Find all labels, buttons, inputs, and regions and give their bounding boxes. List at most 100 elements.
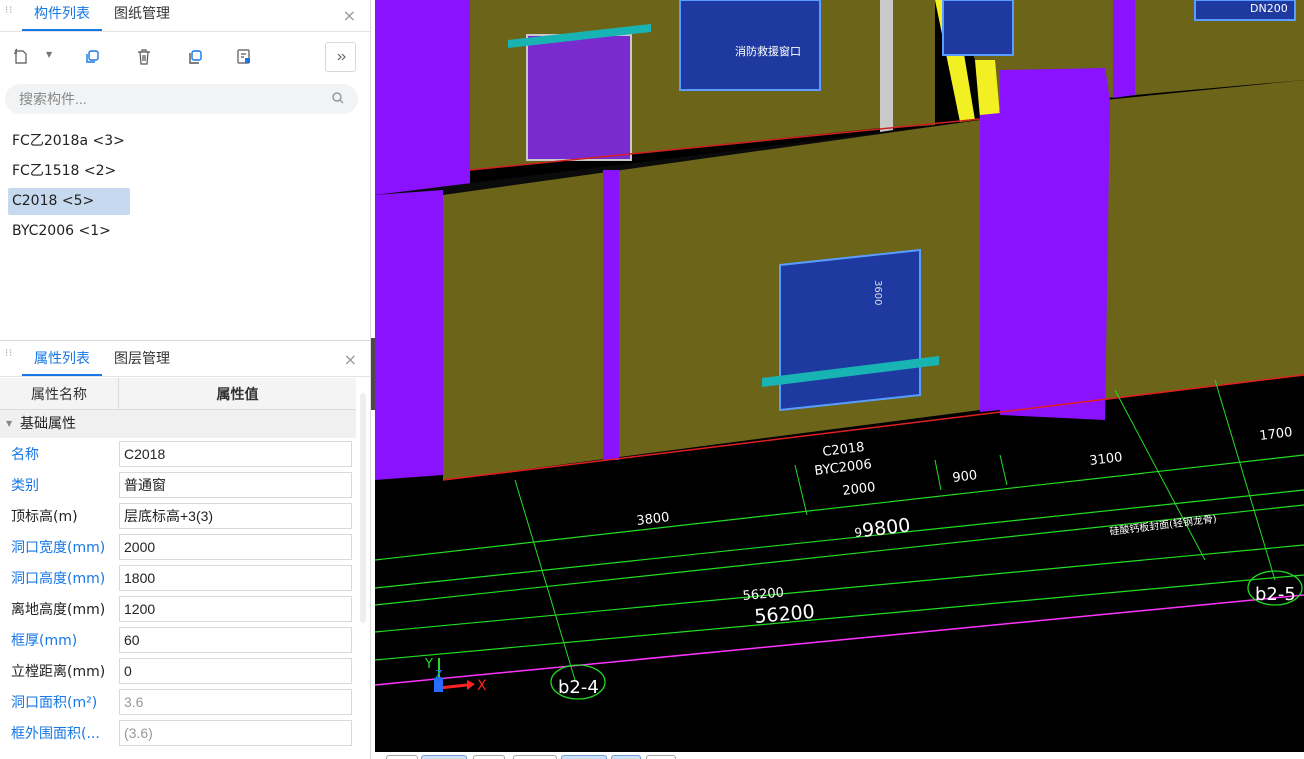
property-name: 名称 [11, 446, 39, 463]
copy-to-floor-button[interactable] [180, 42, 210, 72]
top-right-label: DN200 [1250, 2, 1288, 15]
bottom-toolbar-button[interactable] [473, 755, 505, 759]
dim-line [375, 489, 1304, 589]
window-c2018[interactable] [779, 248, 921, 412]
component-list: FC乙2018a <3> FC乙1518 <2> C2018 <5> BYC20… [0, 128, 371, 248]
dim-line [375, 544, 1304, 633]
property-row: 名称 C2018 [0, 438, 356, 469]
delete-button[interactable] [129, 42, 159, 72]
property-panel: ⁝⁝ 属性列表 图层管理 × 属性名称 属性值 ▼ 基础属性 名称 C2018 类别… [0, 340, 371, 759]
property-value-field[interactable]: 1800 [119, 564, 352, 591]
drag-grip-icon[interactable]: ⁝⁝ [5, 6, 12, 24]
property-value-field[interactable]: 普通窗 [119, 471, 352, 498]
window-upper-left [526, 34, 632, 161]
tab-component-list[interactable]: 构件列表 [22, 3, 102, 31]
property-value-field[interactable]: 层底标高+3(3) [119, 502, 352, 529]
property-name: 框外围面积(... [11, 725, 100, 742]
tick [999, 454, 1008, 486]
layer-button[interactable] [229, 42, 259, 72]
axis-line [514, 479, 576, 681]
delete-icon [138, 49, 150, 65]
more-icon [337, 53, 346, 61]
more-tools-button[interactable] [325, 42, 356, 72]
group-basic-properties[interactable]: ▼ 基础属性 [0, 410, 356, 438]
model-canvas[interactable]: 消防救援窗口 DN200 3600 C2018 BYC2006 2000 900… [375, 0, 1304, 752]
gizmo-x-arrow [467, 680, 475, 690]
tick [794, 464, 808, 516]
axis-label-b2-5: b2-5 [1255, 584, 1296, 605]
property-row: 洞口面积(m²) 3.6 [0, 686, 356, 717]
dim-900: 900 [952, 468, 978, 486]
bottom-toolbar-button[interactable] [386, 755, 418, 759]
list-item-selected[interactable]: C2018 <5> [8, 188, 130, 215]
property-value-field: 3.6 [119, 688, 352, 715]
list-item[interactable]: FC乙2018a <3> [8, 128, 129, 155]
label-byc2006: BYC2006 [814, 457, 873, 479]
close-component-panel-icon[interactable]: × [343, 6, 356, 25]
column [1113, 0, 1135, 98]
copy-icon [86, 50, 99, 63]
list-item[interactable]: FC乙1518 <2> [8, 158, 120, 185]
property-value-field[interactable]: C2018 [119, 440, 352, 467]
tab-drawing-management[interactable]: 图纸管理 [102, 3, 182, 31]
property-row: 顶标高(m) 层底标高+3(3) [0, 500, 356, 531]
property-value-field[interactable]: 0 [119, 657, 352, 684]
column [375, 190, 443, 480]
list-item[interactable]: BYC2006 <1> [8, 218, 115, 245]
property-row: 洞口高度(mm) 1800 [0, 562, 356, 593]
dim-56200: 56200 [754, 601, 816, 628]
property-panel-tabbar: ⁝⁝ 属性列表 图层管理 × [0, 341, 371, 377]
chevron-down-icon[interactable]: ▼ [46, 50, 52, 59]
property-name: 框厚(mm) [11, 632, 78, 649]
search-bar [5, 84, 358, 114]
search-icon[interactable] [332, 92, 344, 104]
component-toolbar: ▼ [0, 32, 370, 78]
dim-1700: 1700 [1259, 425, 1294, 444]
property-table-header: 属性名称 属性值 [0, 378, 356, 410]
bottom-toolbar-button[interactable] [611, 755, 641, 759]
bottom-toolbar-button[interactable] [421, 755, 467, 759]
column [1000, 68, 1110, 420]
close-property-panel-icon[interactable]: × [344, 350, 357, 369]
label-c2018: C2018 [822, 440, 866, 460]
property-name: 顶标高(m) [11, 508, 78, 525]
property-row: 框外围面积(... (3.6) [0, 717, 356, 748]
gizmo-z-label: Z [435, 668, 443, 681]
3d-viewport[interactable]: 消防救援窗口 DN200 3600 C2018 BYC2006 2000 900… [375, 0, 1304, 752]
drag-grip-icon[interactable]: ⁝⁝ [5, 349, 12, 367]
collapse-triangle-icon[interactable]: ▼ [6, 410, 12, 438]
property-row: 洞口宽度(mm) 2000 [0, 531, 356, 562]
dim-56200-small: 56200 [742, 585, 785, 604]
tick [934, 459, 942, 491]
property-value-field[interactable]: 1200 [119, 595, 352, 622]
gizmo-x-axis [438, 683, 468, 690]
door-frame [880, 0, 893, 132]
property-row: 离地高度(mm) 1200 [0, 593, 356, 624]
copy-to-floor-icon [189, 50, 202, 64]
component-panel-tabbar: ⁝⁝ 构件列表 图纸管理 × [0, 0, 370, 32]
bottom-toolbar-button[interactable] [513, 755, 557, 759]
property-value-field: (3.6) [119, 719, 352, 746]
tab-layer-management[interactable]: 图层管理 [102, 348, 182, 376]
new-component-button[interactable] [6, 42, 36, 72]
bottom-toolbar-button[interactable] [561, 755, 607, 759]
property-name: 洞口高度(mm) [11, 570, 106, 587]
property-value-field[interactable]: 60 [119, 626, 352, 653]
wall-segment [893, 0, 935, 128]
property-value-field[interactable]: 2000 [119, 533, 352, 560]
layer-icon [237, 49, 250, 64]
dim-9800: 9800 [861, 514, 912, 542]
property-table: 属性名称 属性值 ▼ 基础属性 名称 C2018 类别 普通窗顶标高(m) 层底标高+3… [0, 378, 356, 748]
dim-2000: 2000 [842, 480, 877, 499]
tab-property-list[interactable]: 属性列表 [22, 348, 102, 376]
property-name: 洞口宽度(mm) [11, 539, 106, 556]
group-label: 基础属性 [20, 416, 76, 432]
new-component-icon [14, 48, 27, 64]
bottom-toolbar-button[interactable] [646, 755, 676, 759]
copy-button[interactable] [77, 42, 107, 72]
property-row: 类别 普通窗 [0, 469, 356, 500]
column [375, 0, 470, 195]
search-input[interactable] [19, 91, 319, 107]
header-property-value: 属性值 [216, 386, 259, 403]
property-scrollbar[interactable] [360, 393, 366, 623]
